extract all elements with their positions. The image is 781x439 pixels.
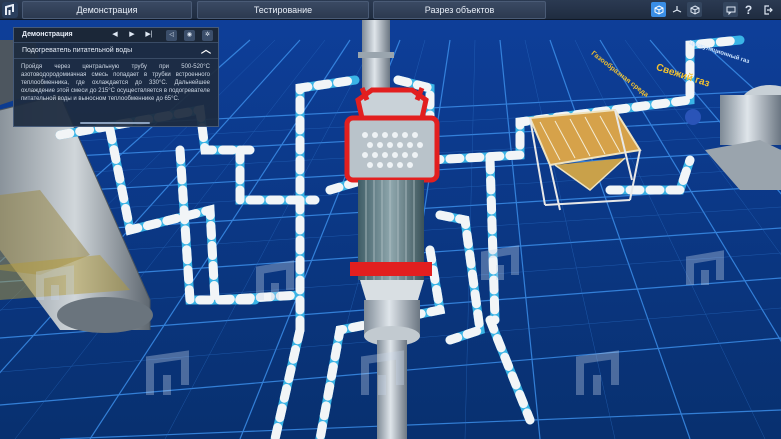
section-header[interactable]: Подогреватель питательной воды ︿ [14,43,218,59]
record-icon[interactable]: ◉ [184,30,195,41]
sound-icon[interactable]: ◁ [166,30,177,41]
app-logo-icon[interactable] [2,2,18,18]
description-text: Пройдя через центральную трубу при 500-5… [21,64,210,102]
tab-demonstration[interactable]: Демонстрация [22,1,192,19]
cube-view-icon[interactable] [651,2,666,17]
exit-icon[interactable] [760,2,775,17]
settings-icon[interactable]: ✲ [202,30,213,41]
chevron-up-icon[interactable]: ︿ [200,45,212,57]
demo-panel: Демонстрация ◀ ▶ ▶| ◁ ◉ ✲ Подогреватель … [13,27,219,127]
axes-icon[interactable] [669,2,684,17]
panel-scrollbar[interactable] [80,122,150,124]
tab-object-section[interactable]: Разрез объектов [373,1,546,19]
help-icon[interactable]: ? [741,2,756,17]
tab-testing[interactable]: Тестирование [197,1,369,19]
next-icon[interactable]: ▶| [144,30,154,40]
box-icon[interactable] [687,2,702,17]
chat-icon[interactable] [723,2,738,17]
prev-icon[interactable]: ◀ [110,30,120,40]
section-title: Подогреватель питательной воды [22,47,133,54]
demo-panel-title: Демонстрация [22,31,73,38]
top-toolbar: Демонстрация Тестирование Разрез объекто… [0,0,781,20]
demo-panel-header: Демонстрация ◀ ▶ ▶| ◁ ◉ ✲ [14,28,218,43]
play-icon[interactable]: ▶ [127,30,137,40]
